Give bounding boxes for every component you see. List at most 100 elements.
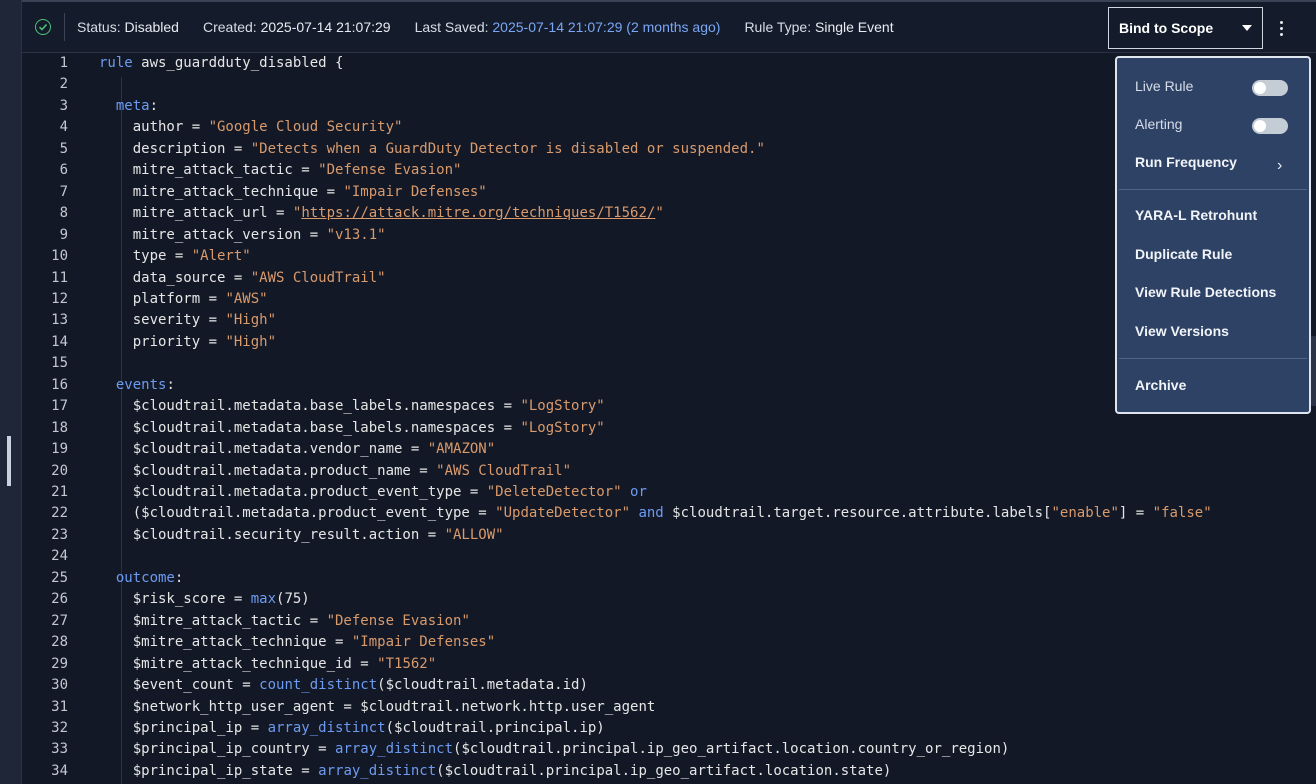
line-number: 19 bbox=[51, 441, 68, 458]
code-line[interactable]: 26 $risk_score = max(75) bbox=[22, 589, 1316, 610]
menu-item-yara-l-retrohunt[interactable]: YARA-L Retrohunt bbox=[1135, 207, 1257, 223]
code-line[interactable]: 18 $cloudtrail.metadata.base_labels.name… bbox=[22, 418, 1316, 439]
code-token: count_distinct bbox=[259, 677, 378, 694]
code-token: "AWS CloudTrail" bbox=[250, 269, 386, 286]
alerting-label: Alerting bbox=[1135, 116, 1183, 132]
code-line[interactable]: 29 $mitre_attack_technique_id = "T1562" bbox=[22, 654, 1316, 675]
code-line[interactable]: 22 ($cloudtrail.metadata.product_event_t… bbox=[22, 503, 1316, 524]
created-field: Created: 2025-07-14 21:07:29 bbox=[203, 19, 391, 35]
code-line[interactable]: 30 $event_count = count_distinct($cloudt… bbox=[22, 675, 1316, 696]
code-token: ($cloudtrail.metadata.product_event_type… bbox=[99, 505, 496, 522]
line-number: 1 bbox=[59, 55, 68, 71]
live-rule-toggle[interactable] bbox=[1252, 80, 1288, 96]
line-number: 29 bbox=[51, 655, 68, 672]
code-token: " bbox=[655, 205, 664, 222]
code-line[interactable]: 32 $principal_ip = array_distinct($cloud… bbox=[22, 718, 1316, 739]
last-saved-link[interactable]: 2025-07-14 21:07:29 (2 months ago) bbox=[492, 19, 720, 35]
code-token: priority = bbox=[99, 333, 226, 350]
code-token: : bbox=[166, 376, 175, 393]
code-token: "Impair Defenses" bbox=[351, 634, 496, 651]
code-token: platform = bbox=[99, 290, 226, 307]
menu-item-view-versions[interactable]: View Versions bbox=[1135, 323, 1229, 339]
rule-status-bar: Status: Disabled Created: 2025-07-14 21:… bbox=[22, 2, 1316, 53]
created-value: 2025-07-14 21:07:29 bbox=[260, 19, 391, 35]
code-link[interactable]: https://attack.mitre.org/techniques/T156… bbox=[301, 205, 655, 221]
line-number: 23 bbox=[51, 526, 68, 543]
code-token: $risk_score = bbox=[99, 591, 251, 608]
code-token: $cloudtrail.metadata.product_event_type … bbox=[99, 484, 487, 500]
code-token: outcome bbox=[115, 569, 175, 586]
line-number: 27 bbox=[51, 612, 68, 629]
resize-handle[interactable] bbox=[7, 436, 11, 486]
rule-type-value: Single Event bbox=[815, 19, 894, 35]
code-token: "ALLOW" bbox=[444, 526, 504, 543]
line-number: 28 bbox=[51, 634, 68, 651]
menu-item-archive[interactable]: Archive bbox=[1135, 377, 1186, 393]
line-number: 24 bbox=[51, 548, 68, 565]
code-token: "Defense Evasion" bbox=[326, 612, 470, 629]
code-token: "High" bbox=[225, 333, 277, 350]
line-number: 10 bbox=[51, 248, 68, 265]
code-token: events bbox=[115, 376, 167, 393]
menu-item-view-rule-detections[interactable]: View Rule Detections bbox=[1135, 284, 1276, 300]
line-number: 8 bbox=[59, 205, 68, 222]
line-number: 26 bbox=[51, 591, 68, 608]
code-token: "High" bbox=[225, 312, 277, 329]
code-token: rule bbox=[99, 55, 133, 71]
code-token: "LogStory" bbox=[520, 419, 605, 436]
code-token: $cloudtrail.metadata.base_labels.namespa… bbox=[99, 419, 521, 436]
code-token: (75) bbox=[276, 591, 310, 608]
kebab-icon[interactable] bbox=[1274, 15, 1288, 41]
code-token: "Detects when a GuardDuty Detector is di… bbox=[250, 140, 765, 157]
code-token: and bbox=[638, 505, 664, 522]
line-number: 4 bbox=[59, 119, 68, 136]
code-token: "AMAZON" bbox=[427, 441, 496, 458]
code-line[interactable]: 34 $principal_ip_state = array_distinct(… bbox=[22, 761, 1316, 782]
code-token: author = bbox=[99, 119, 209, 136]
code-token: mitre_attack_url = bbox=[99, 205, 293, 222]
code-line[interactable]: 23 $cloudtrail.security_result.action = … bbox=[22, 525, 1316, 546]
code-token: $cloudtrail.metadata.base_labels.namespa… bbox=[99, 398, 521, 415]
caret-down-icon bbox=[1242, 25, 1252, 31]
code-token: data_source = bbox=[99, 269, 251, 286]
line-number: 3 bbox=[59, 97, 68, 114]
code-line[interactable]: 27 $mitre_attack_tactic = "Defense Evasi… bbox=[22, 611, 1316, 632]
code-token: $cloudtrail.security_result.action = bbox=[99, 526, 445, 543]
alerting-toggle[interactable] bbox=[1252, 118, 1288, 134]
line-number: 16 bbox=[51, 376, 68, 393]
code-line[interactable]: 19 $cloudtrail.metadata.vendor_name = "A… bbox=[22, 439, 1316, 460]
code-line[interactable]: 28 $mitre_attack_technique = "Impair Def… bbox=[22, 632, 1316, 653]
last-saved-field: Last Saved: 2025-07-14 21:07:29 (2 month… bbox=[415, 19, 721, 35]
menu-item-duplicate-rule[interactable]: Duplicate Rule bbox=[1135, 246, 1232, 262]
code-token: "false" bbox=[1152, 505, 1212, 522]
code-token: $network_http_user_agent = $cloudtrail.n… bbox=[99, 698, 656, 715]
code-token: "AWS" bbox=[225, 290, 268, 307]
line-number: 18 bbox=[51, 419, 68, 436]
code-line[interactable]: 25 outcome: bbox=[22, 568, 1316, 589]
code-token: mitre_attack_technique = bbox=[99, 183, 344, 200]
menu-item-run-frequency[interactable]: Run Frequency bbox=[1135, 154, 1237, 170]
code-token: "T1562" bbox=[377, 655, 437, 672]
code-token: $cloudtrail.metadata.product_name = bbox=[99, 462, 437, 479]
code-token: $mitre_attack_technique_id = bbox=[99, 655, 378, 672]
code-line[interactable]: 31 $network_http_user_agent = $cloudtrai… bbox=[22, 697, 1316, 718]
code-line[interactable]: 21 $cloudtrail.metadata.product_event_ty… bbox=[22, 482, 1316, 503]
code-token: array_distinct bbox=[267, 719, 386, 736]
code-line[interactable]: 20 $cloudtrail.metadata.product_name = "… bbox=[22, 461, 1316, 482]
bind-to-scope-button[interactable]: Bind to Scope bbox=[1108, 7, 1263, 49]
code-token: severity = bbox=[99, 312, 226, 329]
line-number: 32 bbox=[51, 719, 68, 736]
status-field: Status: Disabled bbox=[77, 19, 179, 35]
code-line[interactable]: 33 $principal_ip_country = array_distinc… bbox=[22, 739, 1316, 760]
code-line[interactable]: 24 bbox=[22, 546, 1316, 567]
code-token: $principal_ip = bbox=[99, 719, 268, 736]
line-number: 15 bbox=[51, 355, 68, 372]
code-token: ($cloudtrail.metadata.id) bbox=[377, 677, 588, 694]
line-number: 5 bbox=[59, 140, 68, 157]
code-token: $principal_ip_state = bbox=[99, 762, 319, 779]
line-number: 17 bbox=[51, 398, 68, 415]
menu-divider bbox=[1119, 189, 1307, 190]
